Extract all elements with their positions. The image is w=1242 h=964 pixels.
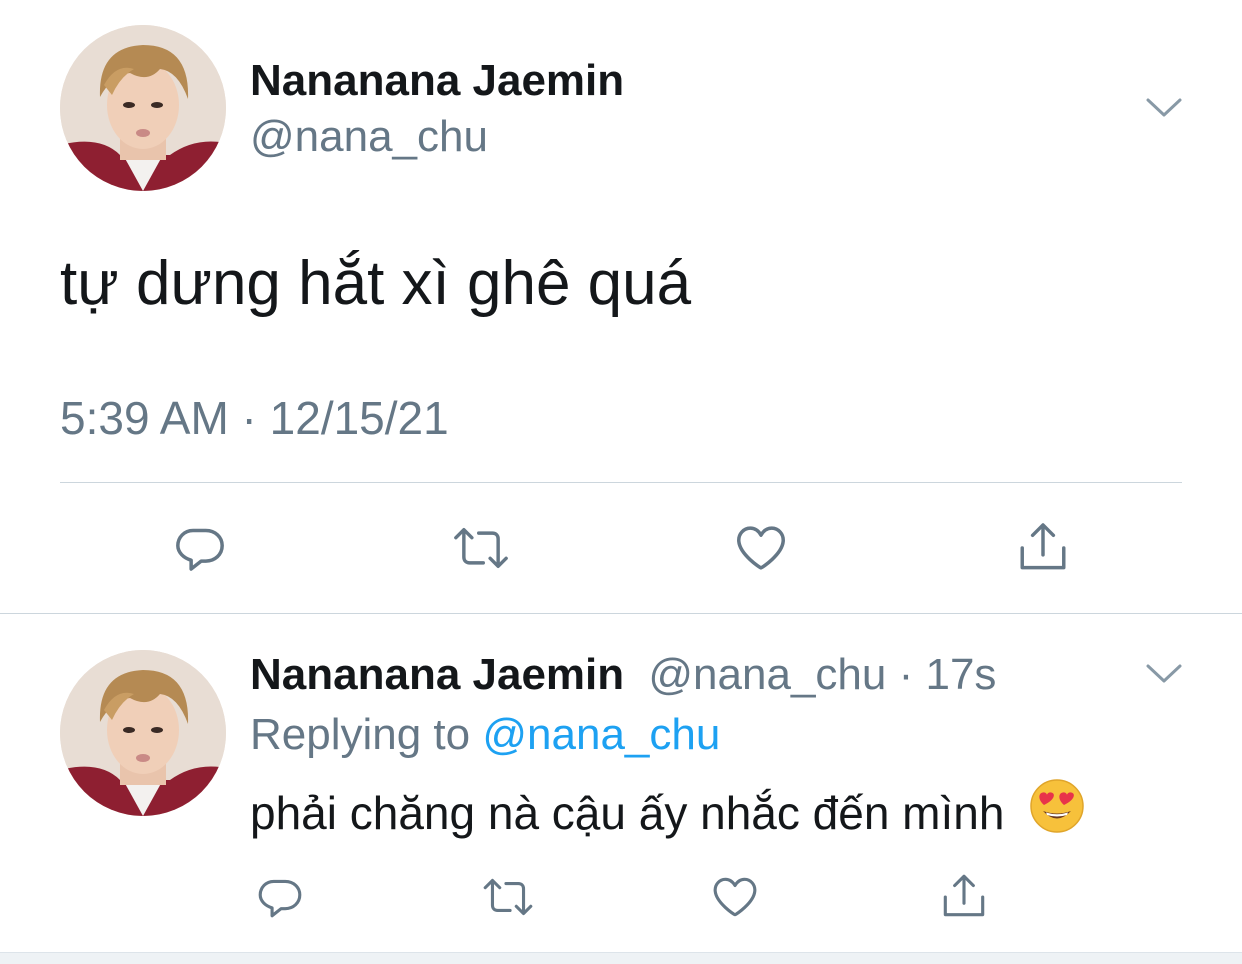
tweet-text: tự dưng hắt xì ghê quá xyxy=(60,249,692,318)
replying-to-mention[interactable]: @nana_chu xyxy=(482,710,720,759)
reply-icon xyxy=(176,528,224,571)
replying-to-line: Replying to @nana_chu xyxy=(250,708,720,762)
reply-author-name[interactable]: Nananana Jaemin xyxy=(250,650,624,699)
share-icon xyxy=(1020,523,1066,570)
author-name[interactable]: Nananana Jaemin xyxy=(250,56,624,106)
retweet-button[interactable] xyxy=(441,508,521,588)
reply-author-handle[interactable]: @nana_chu xyxy=(648,650,886,699)
share-icon xyxy=(943,874,985,917)
bottom-separator xyxy=(0,952,1242,964)
reply-share-button[interactable] xyxy=(924,857,1004,937)
reply-text-line: phải chăng nà cậu ấy nhắc đến mình xyxy=(250,779,1085,852)
replying-to-label: Replying to xyxy=(250,710,471,759)
reply-retweet-button[interactable] xyxy=(468,857,548,937)
share-button[interactable] xyxy=(1003,508,1083,588)
reply-button[interactable] xyxy=(160,508,240,588)
tweet-timestamp[interactable]: 5:39 AM · 12/15/21 xyxy=(60,390,449,446)
tweet-menu-button[interactable] xyxy=(1145,96,1183,125)
reply-like-button[interactable] xyxy=(695,857,775,937)
divider xyxy=(60,482,1182,483)
reply-text: phải chăng nà cậu ấy nhắc đến mình xyxy=(250,787,1005,840)
reply-menu-button[interactable] xyxy=(1145,662,1183,691)
chevron-down-icon xyxy=(1146,98,1182,117)
like-button[interactable] xyxy=(721,508,801,588)
section-divider xyxy=(0,613,1242,614)
reply-separator: · xyxy=(898,650,914,699)
reply-header: Nananana Jaemin @nana_chu · 17s xyxy=(250,648,996,702)
user-avatar-icon xyxy=(60,25,226,191)
heart-icon xyxy=(713,877,757,917)
retweet-icon xyxy=(454,528,508,568)
heart-eyes-emoji-icon xyxy=(1029,778,1085,848)
chevron-down-icon xyxy=(1146,664,1182,683)
reply-icon xyxy=(258,879,302,918)
retweet-icon xyxy=(483,878,533,916)
reply-reply-button[interactable] xyxy=(240,857,320,937)
heart-icon xyxy=(737,526,785,570)
author-handle[interactable]: @nana_chu xyxy=(250,112,488,162)
avatar[interactable] xyxy=(60,25,226,191)
reply-avatar[interactable] xyxy=(60,650,226,816)
reply-age[interactable]: 17s xyxy=(925,650,996,699)
user-avatar-icon xyxy=(60,650,226,816)
